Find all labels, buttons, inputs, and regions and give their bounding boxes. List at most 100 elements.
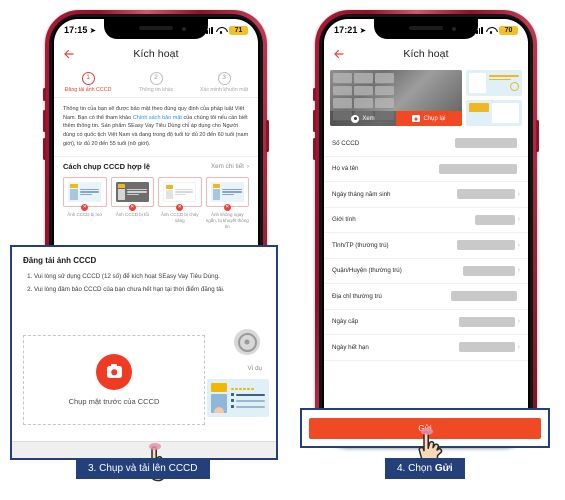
- form-row-province[interactable]: Tỉnh/TP (thường trú) ›: [324, 233, 528, 259]
- example-chip-block: [469, 103, 489, 112]
- example-card-back: [466, 100, 522, 126]
- notch: [374, 19, 478, 39]
- chevron-right-icon: ›: [517, 318, 520, 326]
- field-value-placeholder: [458, 342, 515, 353]
- capture-front-label: Chụp mặt trước của CCCD: [68, 397, 160, 406]
- field-value-placeholder: [451, 291, 517, 302]
- form-row-issue-date[interactable]: Ngày cấp ›: [324, 310, 528, 335]
- step-2-other-info[interactable]: 2 Thông tin khác: [122, 67, 190, 97]
- view-photo-label: Xem: [362, 115, 375, 122]
- howto-see-detail-link[interactable]: Xem chi tiết ›: [211, 163, 249, 170]
- wifi-icon: [216, 26, 226, 34]
- front-camera-icon: [182, 27, 186, 31]
- caption-step-3: 3. Chụp và tải lên CCCD: [76, 458, 210, 479]
- page-title: Kích hoạt: [133, 48, 179, 60]
- field-value-group: ›: [462, 265, 520, 276]
- retake-photo-button[interactable]: Chụp lại: [396, 111, 462, 126]
- field-value-placeholder: [458, 316, 515, 327]
- chevron-right-icon: ›: [517, 267, 520, 275]
- capture-front-dropzone[interactable]: Chụp mặt trước của CCCD: [23, 335, 205, 425]
- power-button[interactable]: [266, 120, 269, 152]
- volume-up-button[interactable]: [43, 110, 46, 132]
- preview-action-bar: Xem Chụp lại: [330, 111, 462, 126]
- field-value-placeholder: [462, 265, 515, 276]
- howto-thumb-blurry[interactable]: ✕ Ảnh CCCD bị mờ: [63, 177, 107, 230]
- power-button[interactable]: [536, 120, 539, 152]
- example-line: [231, 393, 265, 397]
- tap-highlight: [421, 428, 433, 435]
- location-arrow-icon: ➤: [89, 25, 97, 35]
- howto-header: Cách chụp CCCD hợp lệ Xem chi tiết ›: [63, 157, 249, 175]
- form-row-birth-date[interactable]: Ngày tháng năm sinh ›: [324, 182, 528, 208]
- form-row-address[interactable]: Địa chỉ thường trú: [324, 284, 528, 310]
- mute-switch[interactable]: [313, 88, 316, 101]
- form-row-id-number[interactable]: Số CCCD: [324, 131, 528, 157]
- status-time-group: 17:21 ➤: [334, 25, 366, 35]
- field-value-group: ›: [456, 240, 520, 251]
- id-photo-preview-row: Xem Chụp lại: [324, 67, 528, 126]
- thumb-image-dark: [110, 177, 154, 207]
- field-label: Quận/Huyện (thường trú): [332, 267, 402, 275]
- thumb-image-overexposed: [158, 177, 202, 207]
- privacy-policy-link[interactable]: Chính sách bảo mật: [133, 115, 182, 121]
- field-value-group: ›: [458, 316, 520, 327]
- field-value-placeholder: [439, 163, 517, 174]
- location-arrow-icon: ➤: [359, 25, 367, 35]
- chevron-right-icon: ›: [517, 241, 520, 249]
- caption-text: 3. Chụp và tải lên CCCD: [88, 463, 198, 474]
- thumb-image-cropped: [205, 177, 249, 207]
- example-line: [231, 405, 265, 409]
- id-info-form: Số CCCD Họ và tên Ngày tháng năm sinh › …: [324, 131, 528, 403]
- field-label: Họ và tên: [332, 165, 359, 173]
- back-arrow-icon[interactable]: [62, 47, 76, 61]
- howto-thumbnails: ✕ Ảnh CCCD bị mờ ✕ Ảnh CCCD bị tối ✕ Ảnh…: [63, 177, 249, 230]
- status-time-group: 17:15 ➤: [64, 25, 96, 35]
- volume-down-button[interactable]: [313, 138, 316, 160]
- chevron-right-icon: ›: [517, 216, 520, 224]
- app-header-right: Kích hoạt: [324, 41, 528, 67]
- howto-thumb-dark[interactable]: ✕ Ảnh CCCD bị tối: [110, 177, 154, 230]
- status-indicators: 70: [473, 25, 518, 35]
- retake-photo-label: Chụp lại: [423, 115, 446, 122]
- volume-up-button[interactable]: [313, 110, 316, 132]
- form-row-expiry-date[interactable]: Ngày hết hạn ›: [324, 335, 528, 361]
- example-line: [231, 399, 265, 403]
- notch: [104, 19, 208, 39]
- field-value-group: [439, 163, 520, 174]
- gear-icon[interactable]: [234, 329, 260, 355]
- field-label: Số CCCD: [332, 139, 360, 147]
- thumb-caption: Ảnh CCCD bị cháy sáng: [160, 212, 199, 223]
- step-3-face-verify[interactable]: 3 Xác minh khuôn mặt: [190, 67, 258, 97]
- invalid-mark-icon: ✕: [176, 203, 184, 211]
- volume-down-button[interactable]: [43, 138, 46, 160]
- camera-icon[interactable]: [96, 354, 132, 390]
- form-row-gender[interactable]: Giới tính ›: [324, 208, 528, 233]
- form-row-full-name[interactable]: Họ và tên: [324, 157, 528, 182]
- thumb-caption: Ảnh CCCD bị mờ: [67, 212, 103, 217]
- view-photo-button[interactable]: Xem: [330, 111, 396, 126]
- step-2-number: 2: [149, 71, 163, 85]
- earpiece-speaker: [409, 26, 443, 30]
- chevron-right-icon: ›: [246, 162, 249, 170]
- mute-switch[interactable]: [43, 88, 46, 101]
- privacy-notice: Thông tin của bạn sẽ được bảo mật theo đ…: [54, 98, 258, 158]
- howto-thumb-overexposed[interactable]: ✕ Ảnh CCCD bị cháy sáng: [158, 177, 202, 230]
- earpiece-speaker: [139, 26, 173, 30]
- popup-title: Đăng tải ảnh CCCD: [23, 256, 97, 265]
- field-value-group: ›: [474, 214, 520, 225]
- phone-mockup-right: 17:21 ➤ 70 Kích hoạt Xem Chụp lại Số CCC…: [313, 10, 539, 448]
- app-header-left: Kích hoạt: [54, 41, 258, 67]
- status-time: 17:21: [334, 25, 358, 35]
- step-1-upload-id[interactable]: 1 Đăng tải ảnh CCCD: [54, 67, 122, 97]
- example-seal-icon: [510, 82, 519, 92]
- popup-instructions: Vui lòng sử dụng CCCD (12 số) để kích ho…: [23, 272, 265, 294]
- howto-see-detail-label: Xem chi tiết: [210, 162, 244, 170]
- howto-thumb-cropped[interactable]: ✕ Ảnh không ngay ngắn, bị khuyết thông t…: [205, 177, 249, 230]
- field-value-placeholder: [455, 138, 517, 149]
- back-arrow-icon[interactable]: [332, 47, 346, 61]
- form-row-district[interactable]: Quận/Huyện (thường trú) ›: [324, 259, 528, 284]
- step-3-number: 3: [217, 71, 231, 85]
- field-label: Ngày hết hạn: [332, 343, 369, 351]
- step-1-number: 1: [81, 71, 95, 85]
- field-value-group: [455, 138, 520, 149]
